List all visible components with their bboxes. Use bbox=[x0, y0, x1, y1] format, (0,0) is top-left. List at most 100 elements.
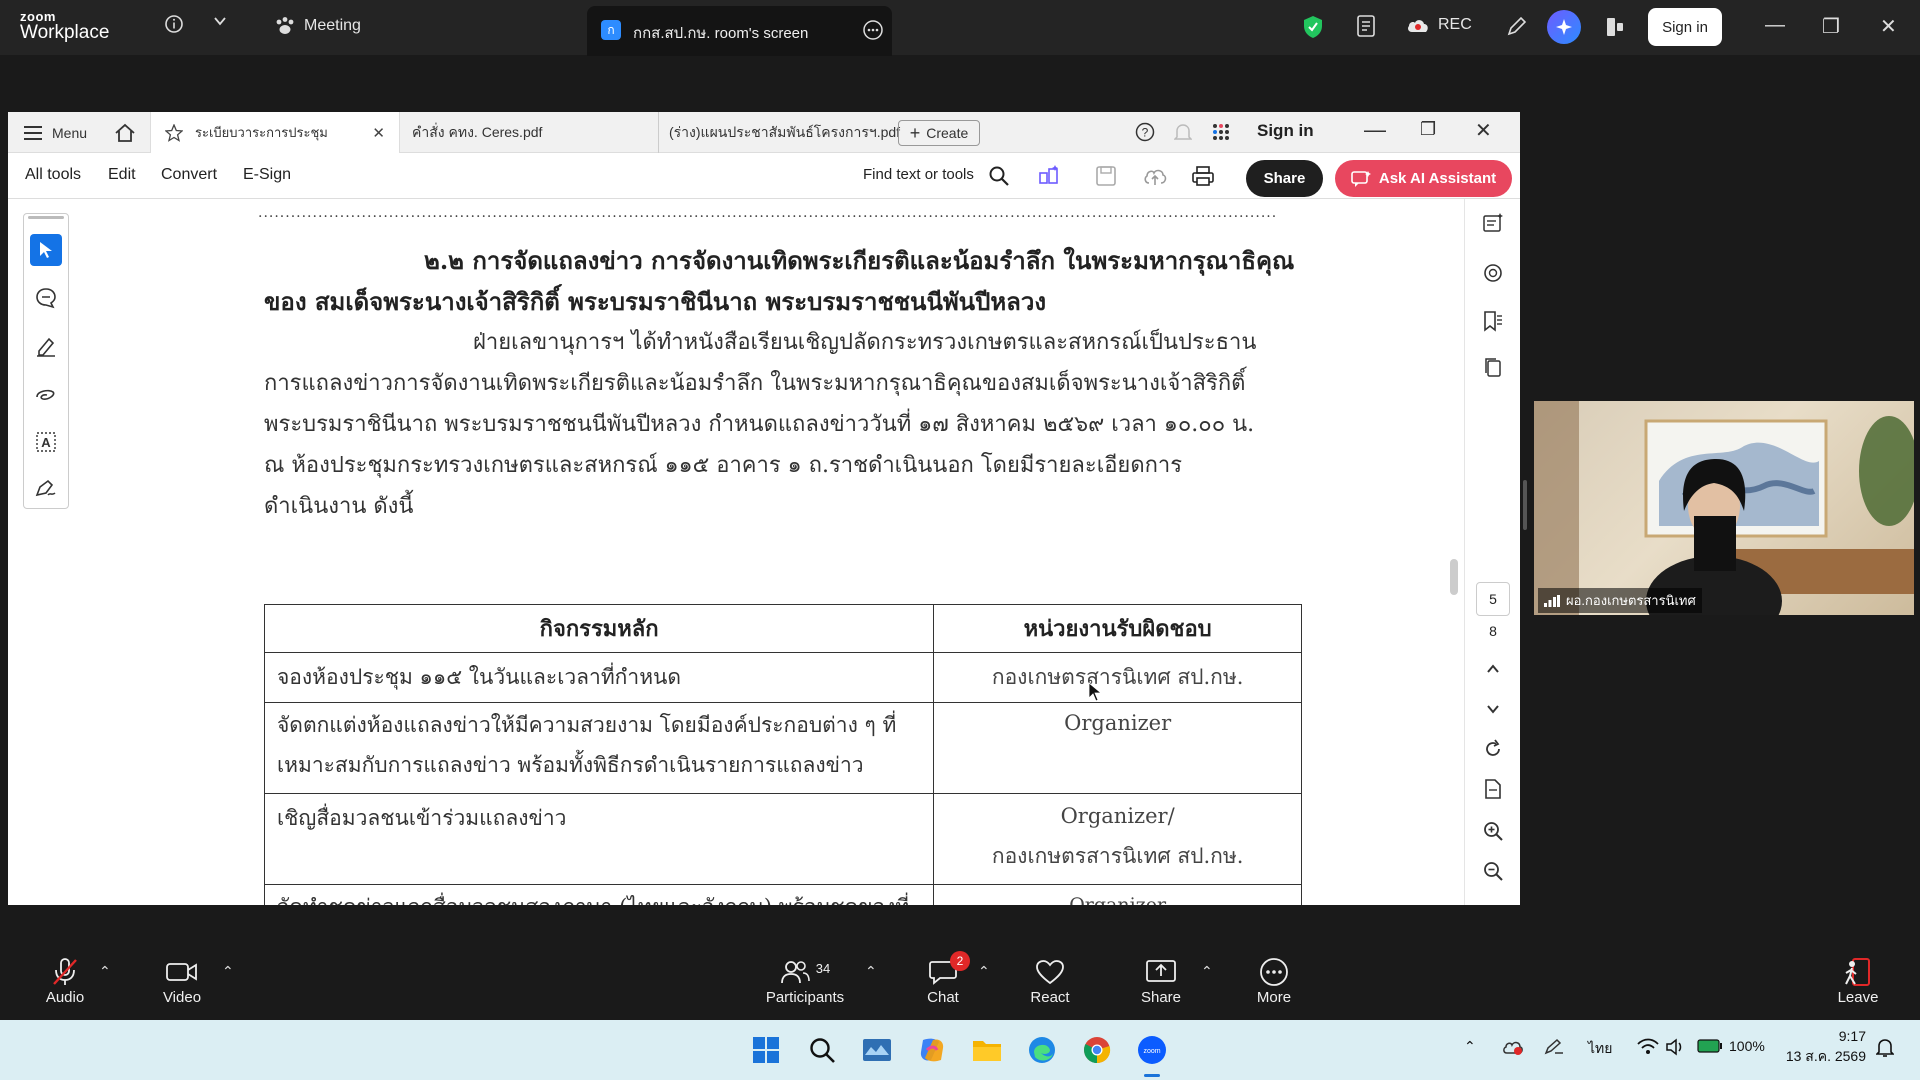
menu-button[interactable]: Menu bbox=[24, 112, 87, 153]
more-options-icon[interactable] bbox=[862, 19, 884, 41]
leave-button[interactable]: Leave bbox=[1813, 955, 1903, 1006]
video-options-chevron-icon[interactable]: ⌃ bbox=[222, 963, 234, 980]
video-button[interactable]: Video bbox=[137, 955, 227, 1006]
participants-options-chevron-icon[interactable]: ⌃ bbox=[865, 963, 877, 980]
participant-video-tile[interactable]: ผอ.กองเกษตรสารนิเทศ bbox=[1534, 401, 1914, 615]
ask-ai-assistant-button[interactable]: Ask AI Assistant bbox=[1335, 160, 1512, 197]
tab-agenda[interactable]: ระเบียบวาระการประชุม ✕ bbox=[150, 112, 400, 153]
bookmarks-icon[interactable] bbox=[1481, 309, 1505, 333]
all-tools-menu[interactable]: All tools bbox=[25, 166, 81, 184]
ai-companion-icon[interactable] bbox=[1547, 10, 1581, 44]
close-icon[interactable]: ✕ bbox=[1880, 14, 1897, 39]
chat-unread-badge: 2 bbox=[950, 951, 970, 971]
save-icon[interactable] bbox=[1095, 165, 1117, 187]
windows-start-icon[interactable] bbox=[750, 1034, 782, 1066]
pages-thumbnails-icon[interactable] bbox=[1481, 355, 1505, 379]
close-tab-icon[interactable]: ✕ bbox=[372, 124, 385, 142]
pen-input-icon[interactable] bbox=[1543, 1038, 1565, 1059]
acrobat-close-icon[interactable]: ✕ bbox=[1475, 118, 1492, 143]
more-button[interactable]: More bbox=[1229, 955, 1319, 1006]
select-cursor-icon[interactable] bbox=[30, 234, 62, 266]
create-button[interactable]: + Create bbox=[898, 120, 980, 146]
input-language-indicator[interactable]: ไทย bbox=[1588, 1038, 1612, 1060]
zoom-sign-in-button[interactable]: Sign in bbox=[1648, 8, 1722, 46]
find-tools-button[interactable]: Find text or tools bbox=[863, 166, 974, 183]
zoom-logo: zoom Workplace bbox=[20, 10, 109, 42]
next-page-icon[interactable] bbox=[1481, 697, 1505, 721]
volume-icon[interactable] bbox=[1665, 1038, 1687, 1059]
copilot-icon[interactable] bbox=[916, 1034, 948, 1066]
smart-tools-icon[interactable] bbox=[1037, 164, 1061, 188]
minimize-icon[interactable]: — bbox=[1765, 14, 1785, 37]
current-page-input[interactable]: 5 bbox=[1476, 582, 1510, 616]
print-icon[interactable] bbox=[1191, 165, 1215, 187]
widgets-icon[interactable] bbox=[861, 1034, 893, 1066]
security-shield-icon[interactable] bbox=[1302, 15, 1324, 39]
zoom-app-icon[interactable]: zoom bbox=[1136, 1034, 1168, 1066]
acrobat-share-button[interactable]: Share bbox=[1246, 160, 1323, 197]
apps-icon[interactable] bbox=[1604, 15, 1626, 39]
draw-freehand-icon[interactable] bbox=[30, 378, 62, 410]
file-explorer-icon[interactable] bbox=[971, 1034, 1003, 1066]
chevron-down-icon[interactable] bbox=[213, 14, 227, 28]
meeting-button[interactable]: Meeting bbox=[274, 16, 361, 36]
tab-ceres-pdf[interactable]: คำสั่ง คทง. Ceres.pdf bbox=[412, 112, 642, 153]
acrobat-sign-in-button[interactable]: Sign in bbox=[1257, 121, 1314, 141]
participants-button[interactable]: 34 Participants bbox=[760, 955, 850, 1007]
chat-button[interactable]: 2 Chat bbox=[898, 951, 988, 1006]
share-screen-button[interactable]: Share bbox=[1116, 955, 1206, 1006]
help-icon[interactable]: ? bbox=[1135, 122, 1155, 142]
comments-icon[interactable] bbox=[1481, 261, 1505, 285]
battery-indicator[interactable]: 100% bbox=[1697, 1038, 1765, 1054]
react-button[interactable]: React bbox=[1005, 955, 1095, 1006]
audio-options-chevron-icon[interactable]: ⌃ bbox=[99, 963, 111, 980]
bell-icon[interactable] bbox=[1174, 122, 1192, 142]
show-hidden-icons-chevron-icon[interactable]: ⌃ bbox=[1464, 1038, 1476, 1055]
notifications-bell-icon[interactable] bbox=[1875, 1038, 1895, 1061]
table-row: จองห้องประชุม ๑๑๕ ในวันและเวลาที่กำหนด ก… bbox=[263, 652, 1302, 703]
restore-icon[interactable]: ❐ bbox=[1822, 14, 1840, 39]
tab-pr-plan-pdf[interactable]: (ร่าง)แผนประชาสัมพันธ์โครงการฯ.pdf bbox=[658, 112, 908, 153]
annotate-pen-icon[interactable] bbox=[1505, 14, 1527, 38]
muted-mic-icon bbox=[20, 955, 110, 989]
onedrive-sync-icon[interactable] bbox=[1502, 1038, 1524, 1059]
text-box-icon[interactable]: A bbox=[30, 426, 62, 458]
edge-browser-icon[interactable] bbox=[1026, 1034, 1058, 1066]
share-options-chevron-icon[interactable]: ⌃ bbox=[1201, 963, 1213, 980]
wifi-icon[interactable] bbox=[1637, 1038, 1659, 1059]
audio-button[interactable]: Audio bbox=[20, 955, 110, 1006]
record-button[interactable]: REC bbox=[1406, 16, 1472, 34]
star-icon[interactable] bbox=[165, 123, 183, 142]
panel-drag-handle[interactable] bbox=[28, 216, 64, 219]
zoom-in-icon[interactable] bbox=[1481, 819, 1505, 843]
page-layout-icon[interactable] bbox=[1481, 777, 1505, 801]
vertical-scrollbar[interactable] bbox=[1450, 559, 1458, 595]
apps-grid-icon[interactable] bbox=[1211, 122, 1231, 142]
add-comment-icon[interactable] bbox=[30, 282, 62, 314]
acrobat-minimize-icon[interactable]: — bbox=[1364, 117, 1386, 143]
shared-screen-tab[interactable]: ก กกส.สป.กษ. room's screen bbox=[587, 6, 892, 56]
home-icon[interactable] bbox=[114, 112, 136, 153]
more-dots-icon bbox=[1229, 955, 1319, 989]
chrome-browser-icon[interactable] bbox=[1081, 1034, 1113, 1066]
zoom-out-icon[interactable] bbox=[1481, 859, 1505, 883]
esign-menu[interactable]: E-Sign bbox=[243, 166, 291, 184]
search-icon[interactable] bbox=[988, 165, 1010, 187]
fill-sign-icon[interactable] bbox=[30, 472, 62, 504]
ai-summary-icon[interactable] bbox=[1481, 211, 1505, 235]
meeting-info-icon[interactable] bbox=[164, 14, 184, 34]
activity-cell: จัดทำชุดข่าวแจกสื่อมวลชนสองภาษา (ไทยและอ… bbox=[263, 884, 935, 905]
acrobat-restore-icon[interactable]: ❐ bbox=[1420, 119, 1436, 140]
edit-menu[interactable]: Edit bbox=[108, 166, 136, 184]
clock[interactable]: 9:17 13 ส.ค. 2569 bbox=[1762, 1026, 1866, 1066]
upload-cloud-icon[interactable] bbox=[1142, 165, 1168, 187]
search-taskbar-icon[interactable] bbox=[806, 1034, 838, 1066]
notes-icon[interactable] bbox=[1355, 14, 1377, 38]
convert-menu[interactable]: Convert bbox=[161, 166, 217, 184]
chat-options-chevron-icon[interactable]: ⌃ bbox=[978, 963, 990, 980]
rotate-icon[interactable] bbox=[1481, 737, 1505, 761]
split-drag-handle[interactable] bbox=[1523, 480, 1527, 530]
highlight-icon[interactable] bbox=[30, 330, 62, 362]
chat-bubble-icon: 2 bbox=[898, 951, 988, 989]
previous-page-icon[interactable] bbox=[1481, 657, 1505, 681]
